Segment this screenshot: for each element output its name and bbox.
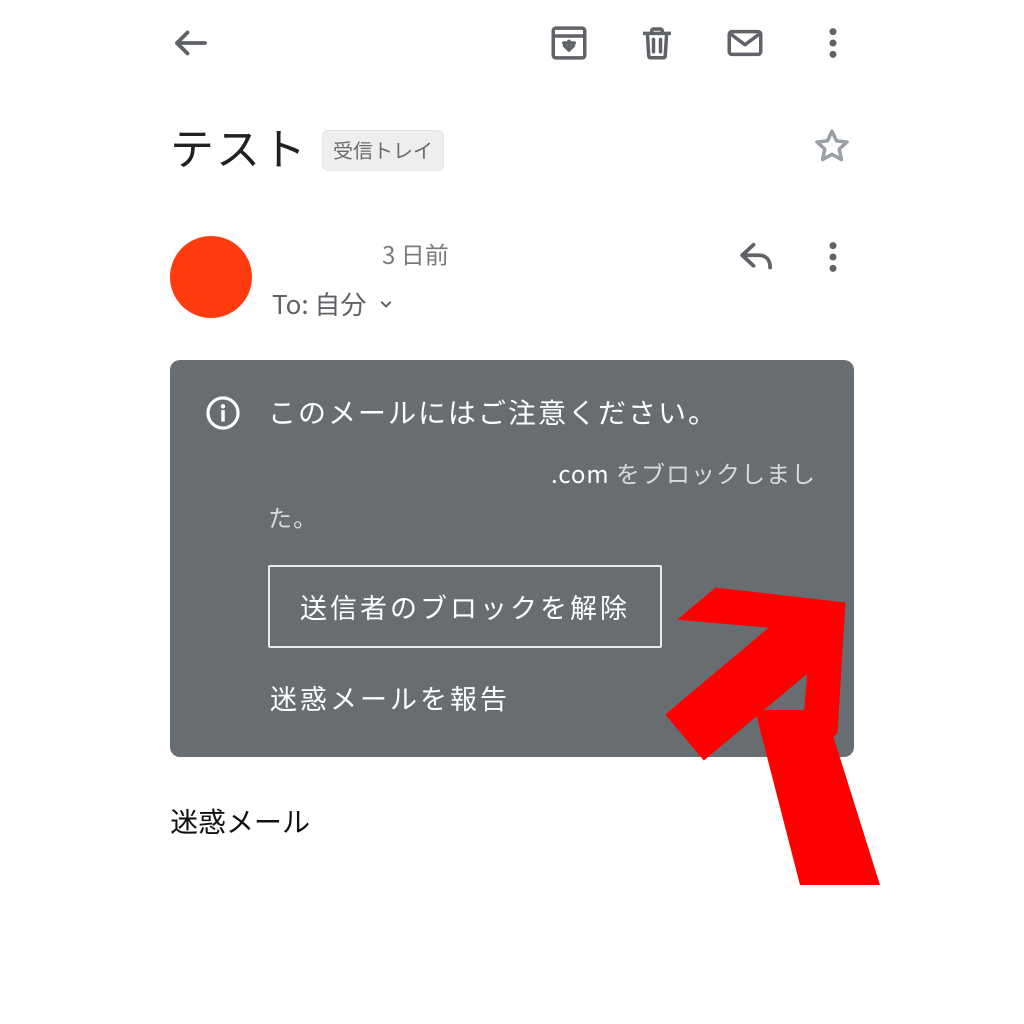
time-ago: 3 日前 bbox=[382, 236, 702, 271]
message-more-icon[interactable] bbox=[812, 236, 854, 278]
warning-title: このメールにはご注意ください。 bbox=[268, 392, 820, 432]
mark-unread-icon[interactable] bbox=[724, 22, 766, 64]
unblock-sender-button[interactable]: 送信者のブロックを解除 bbox=[268, 565, 662, 648]
message-actions bbox=[702, 236, 854, 278]
meta: 3 日前 To: 自分 bbox=[272, 236, 702, 322]
chevron-down-icon bbox=[376, 285, 396, 322]
warning-body: .com をブロックしまし bbox=[268, 454, 820, 492]
warning-card: このメールにはご注意ください。 .com をブロックしまし た。 送信者のブロッ… bbox=[170, 360, 854, 757]
report-spam-button[interactable]: 迷惑メールを報告 bbox=[268, 672, 512, 723]
folder-chip[interactable]: 受信トレイ bbox=[322, 130, 444, 171]
app-bar bbox=[170, 0, 854, 86]
email-view: テスト 受信トレイ 3 日前 To: 自分 bbox=[0, 0, 1024, 1024]
warning-body-strong: .com bbox=[551, 455, 610, 490]
reply-icon[interactable] bbox=[736, 236, 778, 278]
warning-body-line2: た。 bbox=[268, 498, 820, 536]
trash-icon[interactable] bbox=[636, 22, 678, 64]
email-subject: テスト bbox=[170, 114, 308, 178]
to-line[interactable]: To: 自分 bbox=[272, 285, 396, 322]
sender-row: 3 日前 To: 自分 bbox=[170, 236, 854, 322]
email-body-text: 迷惑メール bbox=[170, 801, 854, 841]
star-outline-icon[interactable] bbox=[810, 124, 854, 168]
subject-row: テスト 受信トレイ bbox=[170, 114, 854, 178]
info-outline-icon bbox=[204, 394, 242, 432]
warning-body-suffix: をブロックしまし bbox=[610, 455, 816, 490]
archive-icon[interactable] bbox=[548, 22, 590, 64]
avatar[interactable] bbox=[170, 236, 252, 318]
back-icon[interactable] bbox=[170, 22, 212, 64]
to-target: 自分 bbox=[314, 285, 366, 322]
more-vert-icon[interactable] bbox=[812, 22, 854, 64]
to-prefix: To: bbox=[272, 285, 309, 322]
warning-content: このメールにはご注意ください。 .com をブロックしまし た。 送信者のブロッ… bbox=[268, 392, 820, 723]
